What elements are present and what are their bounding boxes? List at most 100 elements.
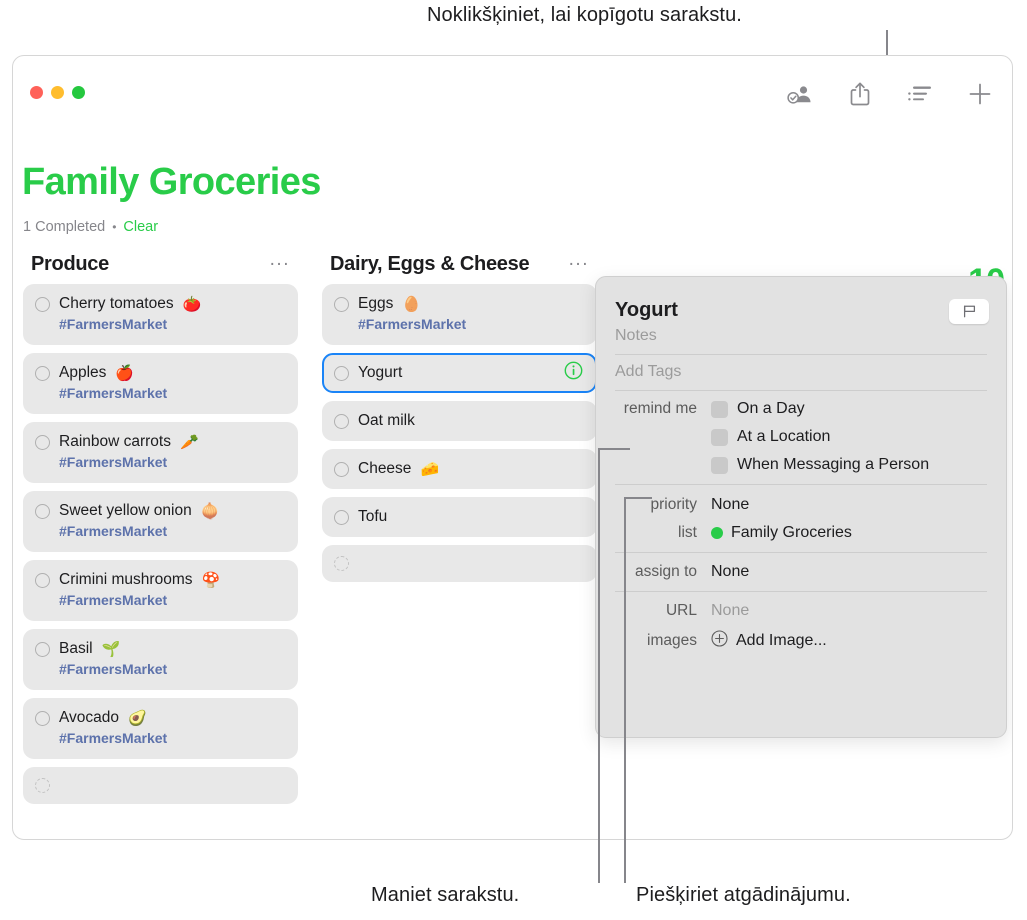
minimize-button[interactable]	[51, 86, 64, 99]
add-icon[interactable]	[965, 79, 995, 109]
task-row[interactable]: Apples 🍎 #FarmersMarket	[23, 353, 298, 414]
column-dairy-eggs-cheese: Dairy, Eggs & Cheese ... Eggs 🥚 #Farmers…	[322, 244, 597, 839]
callout-line-assign-horizontal	[624, 497, 652, 499]
flag-button[interactable]	[949, 299, 989, 324]
list-value: Family Groceries	[731, 524, 852, 541]
list-value-wrapper[interactable]: Family Groceries	[711, 524, 852, 542]
divider	[615, 591, 987, 592]
task-title: Oat milk	[358, 412, 415, 429]
images-row[interactable]: images Add Image...	[615, 630, 987, 652]
new-task-row[interactable]	[23, 767, 298, 804]
task-tag[interactable]: #FarmersMarket	[59, 592, 286, 608]
complete-circle[interactable]	[35, 296, 50, 312]
task-main: Cheese 🧀	[334, 460, 585, 478]
task-main: Rainbow carrots 🥕	[35, 433, 286, 451]
task-row[interactable]: Basil 🌱 #FarmersMarket	[23, 629, 298, 690]
when-messaging-label: When Messaging a Person	[737, 456, 930, 473]
remind-when-messaging-row[interactable]: When Messaging a Person	[615, 456, 987, 474]
task-row-selected[interactable]: Yogurt	[322, 353, 597, 393]
task-title: Cheese	[358, 460, 412, 477]
clear-completed-button[interactable]: Clear	[123, 219, 158, 235]
share-icon[interactable]	[845, 79, 875, 109]
task-title: Eggs	[358, 295, 394, 312]
priority-value[interactable]: None	[711, 496, 749, 514]
task-title: Rainbow carrots	[59, 433, 171, 450]
complete-circle[interactable]	[334, 413, 349, 429]
task-title: Apples	[59, 364, 107, 381]
carrot-icon: 🥕	[180, 434, 199, 451]
task-tag[interactable]: #FarmersMarket	[59, 385, 286, 401]
task-tag[interactable]: #FarmersMarket	[59, 316, 286, 332]
task-title: Sweet yellow onion	[59, 502, 192, 519]
complete-circle[interactable]	[35, 572, 50, 588]
complete-circle[interactable]	[35, 434, 50, 450]
column-title: Produce	[31, 252, 109, 275]
priority-row[interactable]: priority None	[615, 496, 987, 514]
task-main: Yogurt	[334, 364, 585, 382]
task-title: Tofu	[358, 508, 388, 525]
task-row[interactable]: Crimini mushrooms 🍄 #FarmersMarket	[23, 560, 298, 621]
new-task-row[interactable]	[322, 545, 597, 582]
info-icon[interactable]	[564, 361, 583, 385]
task-main: Tofu	[334, 508, 585, 526]
complete-circle[interactable]	[35, 641, 50, 657]
url-row[interactable]: URL None	[615, 602, 987, 620]
tomato-icon: 🍅	[182, 296, 202, 313]
task-main: Avocado 🥑	[35, 709, 286, 727]
remind-on-a-day-row[interactable]: remind me On a Day	[615, 400, 987, 418]
tags-input[interactable]: Add Tags	[615, 355, 987, 391]
task-main: Basil 🌱	[35, 640, 286, 658]
task-tag[interactable]: #FarmersMarket	[59, 454, 286, 470]
complete-circle[interactable]	[35, 710, 50, 726]
close-button[interactable]	[30, 86, 43, 99]
complete-circle[interactable]	[35, 503, 50, 519]
notes-input[interactable]: Notes	[615, 324, 987, 355]
priority-label: priority	[650, 496, 697, 513]
task-tag[interactable]: #FarmersMarket	[59, 661, 286, 677]
task-row[interactable]: Cherry tomatoes 🍅 #FarmersMarket	[23, 284, 298, 345]
shared-people-icon[interactable]	[785, 79, 815, 109]
separator-dot: •	[112, 220, 117, 234]
egg-icon: 🥚	[402, 296, 422, 313]
list-row[interactable]: list Family Groceries	[615, 524, 987, 542]
zoom-button[interactable]	[72, 86, 85, 99]
task-tag[interactable]: #FarmersMarket	[59, 523, 286, 539]
at-a-location-checkbox[interactable]	[711, 428, 728, 446]
add-image-wrapper[interactable]: Add Image...	[711, 630, 827, 652]
assign-to-value[interactable]: None	[711, 563, 749, 581]
list-view-icon[interactable]	[905, 79, 935, 109]
callout-share-list: Noklikšķiniet, lai kopīgotu sarakstu.	[427, 4, 742, 26]
images-label: images	[647, 632, 697, 649]
complete-circle-placeholder[interactable]	[334, 556, 349, 571]
task-row[interactable]: Avocado 🥑 #FarmersMarket	[23, 698, 298, 759]
url-images-section: URL None images Add Image...	[596, 602, 1006, 652]
remind-at-location-row[interactable]: At a Location	[615, 428, 987, 446]
task-row[interactable]: Rainbow carrots 🥕 #FarmersMarket	[23, 422, 298, 483]
assign-to-row[interactable]: assign to None	[615, 563, 987, 581]
complete-circle[interactable]	[334, 461, 349, 477]
window-titlebar	[13, 56, 1012, 134]
task-tag[interactable]: #FarmersMarket	[358, 316, 585, 332]
column-more-button[interactable]: ...	[270, 250, 290, 274]
on-a-day-checkbox[interactable]	[711, 400, 728, 418]
complete-circle[interactable]	[334, 509, 349, 525]
task-main: Oat milk	[334, 412, 585, 430]
task-row[interactable]: Oat milk	[322, 401, 597, 441]
task-row[interactable]: Eggs 🥚 #FarmersMarket	[322, 284, 597, 345]
task-row[interactable]: Sweet yellow onion 🧅 #FarmersMarket	[23, 491, 298, 552]
complete-circle-placeholder[interactable]	[35, 778, 50, 793]
url-value[interactable]: None	[711, 602, 749, 620]
seedling-icon: 🌱	[101, 641, 121, 658]
callout-line-list-vertical	[598, 448, 600, 883]
complete-circle[interactable]	[334, 296, 349, 312]
column-header-produce: Produce ...	[23, 244, 298, 284]
task-row[interactable]: Tofu	[322, 497, 597, 537]
column-more-button[interactable]: ...	[569, 250, 589, 274]
complete-circle[interactable]	[334, 365, 349, 381]
complete-circle[interactable]	[35, 365, 50, 381]
task-tag[interactable]: #FarmersMarket	[59, 730, 286, 746]
when-messaging-checkbox[interactable]	[711, 456, 728, 474]
completed-count: 1 Completed	[23, 219, 106, 235]
priority-list-section: priority None list Family Groceries	[596, 496, 1006, 542]
task-row[interactable]: Cheese 🧀	[322, 449, 597, 489]
